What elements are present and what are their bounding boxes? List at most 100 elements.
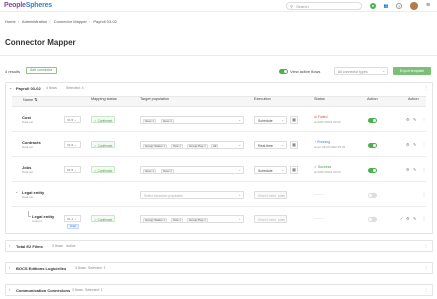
panel-header[interactable]: › Total E2 Films 3 flows Active ⋮: [6, 241, 432, 251]
execution-select[interactable]: Schedule ⌄: [254, 166, 287, 174]
version-select[interactable]: V1.1 ⌄: [64, 215, 81, 222]
population-tag[interactable]: All: [211, 143, 219, 149]
connector-panel[interactable]: › BOCS Editions Logicielles 3 flows Sele…: [5, 262, 433, 274]
population-tag[interactable]: Group Pay ×: [187, 143, 208, 149]
row-more-icon[interactable]: ⋮: [422, 167, 426, 172]
breadcrumb-connector-mapper[interactable]: Connector Mapper: [54, 19, 87, 24]
top-bar: PeopleSpheres ⚲ Search ● 👥 ? ≡: [0, 0, 437, 12]
chevron-down-icon: ⌄: [238, 118, 241, 122]
draft-badge: Draft: [67, 224, 80, 229]
mapping-status-badge: ✓ Confirmed: [91, 116, 116, 123]
row-active-toggle[interactable]: [368, 193, 377, 198]
population-tag[interactable]: Grex ×: [161, 168, 175, 174]
notification-icon[interactable]: ●: [370, 3, 376, 9]
check-circle-icon[interactable]: ✓: [400, 216, 403, 221]
chevron-right-icon[interactable]: ›: [9, 243, 10, 248]
panel-header[interactable]: › Communication Connexions 3 flows Selec…: [6, 285, 432, 295]
chevron-right-icon[interactable]: ›: [9, 265, 10, 270]
version-select[interactable]: V1.5 ⌄: [64, 166, 81, 173]
column-header-target-population: Target population: [140, 97, 170, 101]
panel-selected-count: Selected: 4: [66, 86, 84, 90]
more-options-icon[interactable]: ⋮: [424, 243, 428, 248]
edit-icon[interactable]: ✎: [413, 117, 416, 122]
row-active-toggle[interactable]: [368, 118, 377, 123]
version-select[interactable]: V1.5 ⌄: [64, 116, 81, 123]
chevron-down-icon[interactable]: ⌄: [15, 189, 18, 194]
target-population-select[interactable]: Group Status × Tole × Group Pay × All ⌄: [140, 141, 244, 149]
chevron-down-icon: ⌄: [238, 168, 241, 172]
connector-type-select[interactable]: All connector types ⌄: [334, 67, 388, 75]
breadcrumb-administration[interactable]: Administration: [22, 19, 47, 24]
people-icon[interactable]: 👥: [383, 3, 389, 9]
connector-panel[interactable]: › Communication Connexions 3 flows Selec…: [5, 284, 433, 296]
target-population-select[interactable]: Grex × Grex × ⌄: [140, 166, 244, 174]
row-active-toggle[interactable]: [368, 217, 377, 222]
table-row: Jobs Data set V1.5 ⌄ ✓ Confirmed Grex × …: [12, 157, 426, 182]
breadcrumb-home[interactable]: Home: [5, 19, 16, 24]
app-logo[interactable]: PeopleSpheres: [4, 2, 52, 9]
panel-header[interactable]: ⌄ Payroll 03-02 4 flows Selected: 4 ⋮: [6, 83, 432, 93]
row-more-icon[interactable]: ⋮: [422, 142, 426, 147]
avatar[interactable]: [410, 2, 418, 10]
execution-select[interactable]: Select exec. plan ⌄: [254, 191, 287, 199]
edit-icon[interactable]: ✎: [413, 216, 416, 221]
help-icon[interactable]: ?: [396, 3, 402, 9]
population-tag[interactable]: Tole ×: [171, 143, 184, 149]
edit-icon[interactable]: ✎: [413, 167, 416, 172]
status-text: ⊘ Failed: [314, 115, 328, 119]
breadcrumb: Home › Administration › Connector Mapper › …: [5, 19, 117, 24]
calendar-icon[interactable]: ▦: [290, 141, 298, 149]
row-active-toggle[interactable]: [368, 143, 377, 148]
search-input[interactable]: ⚲ Search: [286, 2, 362, 10]
panel-header[interactable]: › BOCS Editions Logicielles 3 flows Sele…: [6, 263, 432, 273]
chevron-right-icon[interactable]: ›: [9, 287, 10, 292]
execution-select[interactable]: Real-time ⌄: [254, 141, 287, 149]
population-tag[interactable]: Group Status ×: [143, 143, 168, 149]
population-tag[interactable]: Tole ×: [171, 217, 184, 223]
more-options-icon[interactable]: ⋮: [424, 85, 428, 90]
version-select[interactable]: V1.5 ⌄: [64, 141, 81, 148]
column-header-name[interactable]: Name ⇅: [23, 97, 37, 107]
view-active-flows-toggle[interactable]: [279, 69, 288, 74]
population-tag[interactable]: Grex ×: [143, 168, 157, 174]
search-icon: ⚲: [290, 4, 293, 9]
row-more-icon[interactable]: ⋮: [422, 192, 426, 197]
export-template-button[interactable]: Export template: [393, 67, 431, 75]
status-timestamp: at 03/07/2022 09:22: [314, 170, 341, 174]
execution-select[interactable]: Select exec. plan ⌄: [254, 215, 287, 223]
row-more-icon[interactable]: ⋮: [422, 117, 426, 122]
chevron-down-icon[interactable]: ⌄: [9, 85, 12, 90]
population-tag[interactable]: Group Pay ×: [187, 217, 208, 223]
status-timestamp: since 03/07/2022 09:22: [314, 145, 346, 149]
row-subtitle: Data set: [22, 170, 34, 174]
edit-icon[interactable]: ✎: [413, 142, 416, 147]
row-active-toggle[interactable]: [368, 168, 377, 173]
execution-select[interactable]: Schedule ⌄: [254, 116, 287, 124]
panel-title: Total E2 Films: [16, 244, 43, 249]
population-tag[interactable]: Grex ×: [161, 118, 175, 124]
target-population-select[interactable]: Grex × Grex × ⌄: [140, 116, 244, 124]
population-tag[interactable]: Group Status ×: [143, 217, 168, 223]
column-header-mapping-status: Mapping status: [91, 97, 117, 101]
settings-icon[interactable]: ⚙: [406, 142, 410, 147]
target-population-select[interactable]: Group Status × Tole × Group Pay × ⌄: [140, 215, 244, 223]
panel-flow-count: 3 flows: [72, 288, 83, 292]
population-tag[interactable]: Grex ×: [143, 118, 157, 124]
row-more-icon[interactable]: ⋮: [422, 216, 426, 221]
hamburger-menu-icon[interactable]: ≡: [426, 2, 430, 9]
add-connector-button[interactable]: Add connector: [26, 67, 57, 74]
panel-title: Payroll 03-02: [16, 86, 41, 91]
column-header-action-2: Action: [408, 97, 419, 101]
more-options-icon[interactable]: ⋮: [424, 287, 428, 292]
status-text: ✓ Success: [314, 165, 332, 169]
settings-icon[interactable]: ⚙: [406, 216, 410, 221]
more-options-icon[interactable]: ⋮: [424, 265, 428, 270]
connector-panel[interactable]: › Total E2 Films 3 flows Active ⋮: [5, 240, 433, 252]
calendar-icon[interactable]: ▦: [290, 166, 298, 174]
settings-icon[interactable]: ⚙: [406, 117, 410, 122]
panel-flow-count: 3 flows: [75, 266, 86, 270]
settings-icon[interactable]: ⚙: [406, 167, 410, 172]
target-population-select[interactable]: Select execution population ⌄: [140, 191, 244, 199]
calendar-icon[interactable]: ▦: [290, 116, 298, 124]
row-subtitle: Data set: [22, 195, 34, 199]
